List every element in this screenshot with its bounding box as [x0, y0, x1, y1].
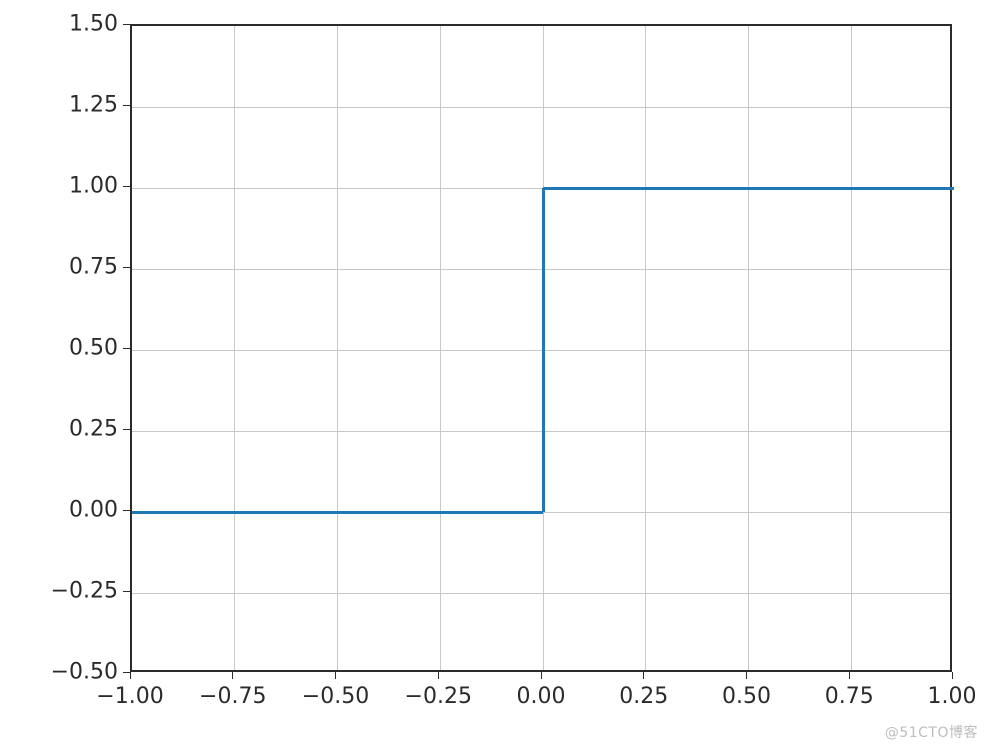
y-tick	[123, 348, 130, 349]
y-tick-label: 1.00	[69, 174, 118, 199]
x-tick-label: −0.50	[302, 684, 369, 709]
x-tick-label: −0.75	[199, 684, 266, 709]
y-tick	[123, 510, 130, 511]
y-tick-label: 0.25	[69, 417, 118, 442]
y-tick	[123, 24, 130, 25]
x-tick-label: −0.25	[405, 684, 472, 709]
x-tick-label: 0.50	[722, 684, 771, 709]
y-tick	[123, 672, 130, 673]
gridline-horizontal	[132, 593, 950, 594]
gridline-vertical	[748, 26, 749, 670]
x-tick	[849, 672, 850, 679]
y-tick	[123, 186, 130, 187]
x-tick	[643, 672, 644, 679]
x-tick	[335, 672, 336, 679]
y-tick-label: −0.25	[51, 579, 118, 604]
x-tick	[438, 672, 439, 679]
x-tick-label: 1.00	[928, 684, 977, 709]
x-tick	[130, 672, 131, 679]
plot-area	[130, 24, 952, 672]
y-tick-label: 0.00	[69, 498, 118, 523]
y-tick	[123, 267, 130, 268]
gridline-horizontal	[132, 107, 950, 108]
y-tick	[123, 429, 130, 430]
y-tick-label: 0.50	[69, 336, 118, 361]
x-tick	[232, 672, 233, 679]
x-tick-label: 0.75	[825, 684, 874, 709]
x-tick	[541, 672, 542, 679]
gridline-vertical	[234, 26, 235, 670]
y-tick	[123, 105, 130, 106]
chart-line-segment	[543, 187, 954, 190]
gridline-vertical	[440, 26, 441, 670]
watermark-text: @51CTO博客	[885, 722, 978, 742]
x-tick	[952, 672, 953, 679]
figure: @51CTO博客 −1.00 −0.75 −0.50 −0.25 0.00 0.25 0.5…	[0, 0, 988, 746]
x-tick-label: 0.00	[517, 684, 566, 709]
chart-line-segment	[542, 188, 545, 512]
gridline-vertical	[645, 26, 646, 670]
x-tick-label: 0.25	[619, 684, 668, 709]
y-tick-label: 1.50	[69, 12, 118, 37]
gridline-vertical	[851, 26, 852, 670]
chart-line-segment	[132, 511, 543, 514]
x-tick-label: −1.00	[96, 684, 163, 709]
y-tick-label: −0.50	[51, 660, 118, 685]
y-tick	[123, 591, 130, 592]
y-tick-label: 0.75	[69, 255, 118, 280]
y-tick-label: 1.25	[69, 93, 118, 118]
x-tick	[746, 672, 747, 679]
gridline-vertical	[337, 26, 338, 670]
